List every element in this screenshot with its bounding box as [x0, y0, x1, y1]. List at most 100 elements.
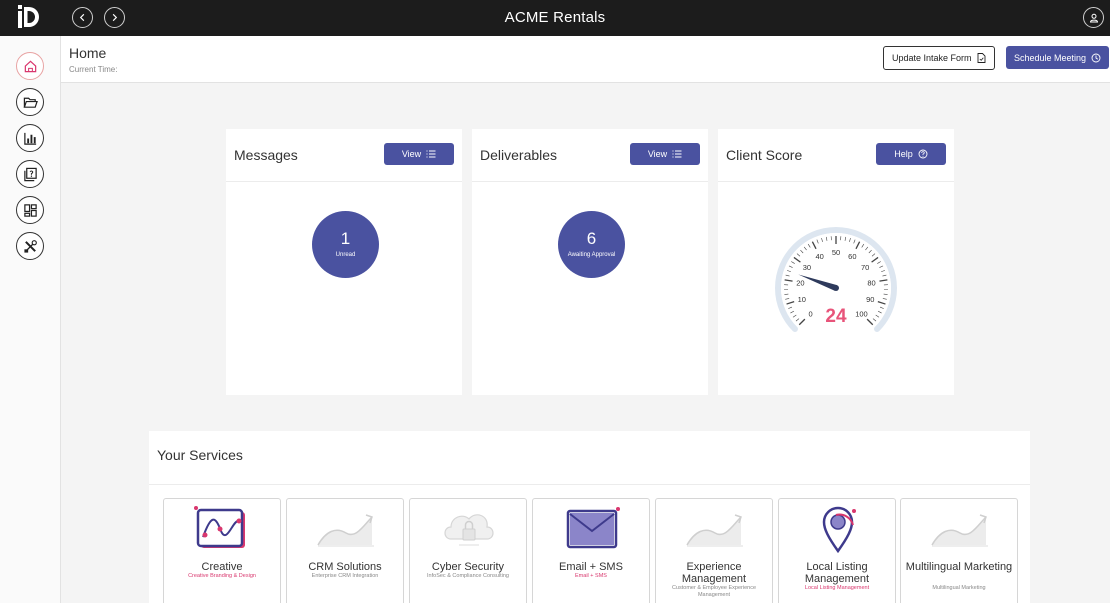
gauge-minor-tick: [882, 274, 887, 277]
service-description: Enterprise CRM Integration: [311, 573, 379, 579]
messages-title: Messages: [234, 147, 298, 163]
back-button[interactable]: [72, 7, 93, 28]
gauge-minor-tick: [871, 253, 876, 257]
gauge-minor-tick: [865, 246, 869, 251]
gauge-minor-tick: [881, 270, 886, 273]
gauge-minor-tick: [785, 274, 790, 277]
gauge-major-tick: [786, 300, 795, 305]
user-icon: [1089, 13, 1098, 22]
client-score-card: Client Score Help 0 10 20 30 40 50 60 70 80 90 100…: [718, 129, 954, 395]
placeholder-chart-icon: [931, 514, 988, 547]
services-panel: Your Services Creative Creative Branding …: [149, 431, 1030, 603]
gauge-minor-tick: [816, 239, 819, 244]
messages-view-label: View: [401, 149, 422, 159]
schedule-meeting-label: Schedule Meeting: [1014, 52, 1087, 63]
home-icon: [24, 60, 36, 72]
service-tile[interactable]: Multilingual Marketing Multilingual Marke…: [900, 498, 1018, 603]
gauge-minor-tick: [849, 237, 851, 242]
creative-icon: [194, 506, 245, 548]
gauge-major-tick: [811, 241, 817, 250]
gauge-minor-tick: [788, 265, 793, 268]
service-tile[interactable]: Experience Management Customer & Employee…: [655, 498, 773, 603]
clock-icon: [1091, 53, 1101, 62]
gauge-minor-tick: [796, 253, 801, 257]
document-icon: [977, 53, 985, 63]
forward-button[interactable]: [104, 7, 125, 28]
gauge-minor-tick: [825, 236, 828, 241]
gauge-needle-hub: [833, 285, 839, 291]
chevron-right-icon: [112, 13, 118, 22]
folder-open-icon: [23, 97, 38, 108]
gauge-minor-tick: [791, 261, 795, 264]
gauge-minor-tick: [844, 236, 847, 241]
messages-view-button[interactable]: View: [384, 143, 454, 165]
services-title: Your Services: [157, 447, 243, 463]
user-menu-button[interactable]: [1083, 7, 1104, 28]
unread-caption: Unread: [335, 252, 356, 258]
sidebar-item-help[interactable]: [16, 160, 44, 188]
update-intake-form-button[interactable]: Update Intake Form: [883, 46, 995, 70]
gauge-tick-label: 30: [803, 263, 811, 272]
service-description: Creative Branding & Design: [188, 573, 256, 579]
gauge-minor-tick: [875, 314, 880, 318]
service-description: Local Listing Management: [804, 585, 870, 591]
sidebar-item-tools[interactable]: [16, 232, 44, 260]
deliverables-card: Deliverables View 6 Awaiting Approval: [472, 129, 708, 395]
gauge-minor-tick: [879, 265, 884, 268]
gauge-minor-tick: [784, 293, 789, 295]
map-pin-icon: [822, 506, 856, 553]
placeholder-chart-icon: [686, 514, 743, 547]
help-button[interactable]: Help: [876, 143, 946, 165]
gauge-minor-tick: [790, 310, 795, 314]
awaiting-approval-badge[interactable]: 6 Awaiting Approval: [558, 211, 625, 278]
client-score-gauge: 010 20 30 40 50 60 70 80 90 100 24: [775, 227, 897, 333]
current-time-label: Current Time:: [69, 65, 118, 74]
tools-icon: [23, 239, 37, 253]
question-circle-icon: [918, 149, 928, 159]
sidebar-item-dashboard[interactable]: [16, 196, 44, 224]
gauge-minor-tick: [786, 270, 791, 273]
unread-count-badge[interactable]: 1 Unread: [312, 211, 379, 278]
deliverables-title: Deliverables: [480, 147, 558, 163]
gauge-minor-tick: [788, 306, 793, 309]
schedule-meeting-button[interactable]: Schedule Meeting: [1006, 46, 1110, 69]
gauge-tick-label: 70: [861, 263, 869, 272]
gauge-tick-label: 90: [866, 295, 874, 304]
gauge-major-tick: [866, 318, 874, 326]
sidebar-item-home[interactable]: [16, 52, 44, 80]
gauge-major-tick: [793, 256, 801, 263]
service-tile[interactable]: CRM Solutions Enterprise CRM Integration: [286, 498, 404, 603]
gauge-minor-tick: [785, 298, 790, 300]
service-description: Email + SMS: [575, 573, 607, 579]
gauge-minor-tick: [853, 239, 856, 244]
client-score-title: Client Score: [726, 147, 803, 163]
deliverables-view-button[interactable]: View: [630, 143, 700, 165]
service-tile[interactable]: Cyber Security InfoSec & Compliance Consu…: [409, 498, 527, 603]
gauge-tick-label: 80: [867, 278, 875, 287]
gauge-minor-tick: [795, 318, 800, 322]
gauge-minor-tick: [877, 310, 882, 314]
list-icon: [426, 150, 436, 158]
service-tile[interactable]: Email + SMS Email + SMS: [532, 498, 650, 603]
gauge-tick-label: 100: [855, 309, 868, 318]
service-description: InfoSec & Compliance Consulting: [427, 573, 509, 579]
service-tile[interactable]: Local Listing Management Local Listing Ma…: [778, 498, 896, 603]
sidebar-item-reports[interactable]: [16, 124, 44, 152]
sidebar-item-files[interactable]: [16, 88, 44, 116]
unread-count: 1: [340, 229, 351, 248]
service-tile[interactable]: Creative Creative Branding & Design: [163, 498, 281, 603]
app-logo[interactable]: [17, 5, 39, 29]
deliverables-view-label: View: [647, 149, 668, 159]
gauge-minor-tick: [800, 249, 804, 254]
list-icon: [672, 150, 682, 158]
gauge-major-tick: [784, 279, 793, 282]
gauge-tick-label: 10: [798, 295, 806, 304]
top-bar: ACME Rentals: [0, 0, 1110, 36]
gauge-minor-tick: [882, 298, 887, 300]
service-name: Multilingual Marketing: [905, 561, 1013, 573]
envelope-icon: [566, 507, 620, 549]
gauge-minor-tick: [879, 306, 884, 309]
services-divider: [149, 484, 1030, 485]
gauge-tick-label: 50: [832, 248, 840, 257]
gauge-minor-tick: [861, 243, 865, 248]
